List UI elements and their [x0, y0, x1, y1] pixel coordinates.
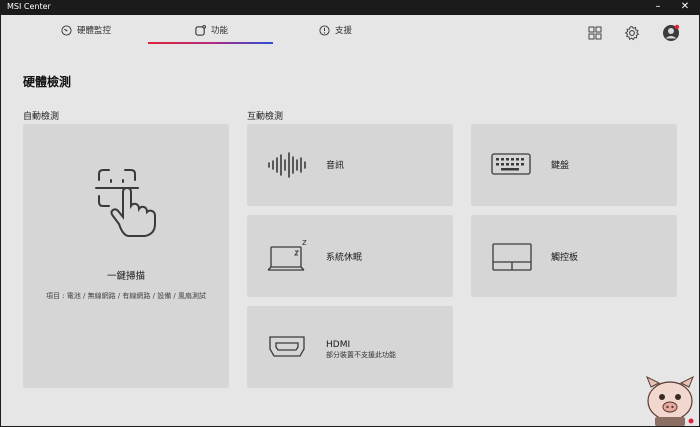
close-button[interactable]: ✕	[674, 0, 696, 15]
tab-features[interactable]: 功能	[195, 15, 228, 45]
system-sleep-label: 系統休眠	[326, 253, 363, 263]
section-auto-label: 自動檢測	[23, 112, 60, 122]
audio-test-card[interactable]: 音訊	[247, 124, 453, 206]
keyboard-label: 鍵盤	[551, 161, 570, 171]
feature-icon	[195, 24, 206, 36]
app-body: 硬體監控 功能 支援 硬體檢測 自動檢測 互動檢測 一鍵掃描 項目: 電池 /…	[1, 15, 699, 426]
audio-label: 音訊	[326, 161, 345, 171]
audio-wave-icon	[267, 151, 309, 183]
mascot-watermark	[641, 375, 699, 427]
tab-label: 支援	[335, 26, 353, 36]
page-title: 硬體檢測	[23, 75, 72, 89]
tab-label: 功能	[211, 26, 229, 36]
hdmi-icon	[269, 336, 305, 362]
active-tab-indicator	[148, 42, 273, 44]
window-titlebar: MSI Center – ✕	[0, 0, 700, 15]
tab-hardware-monitor[interactable]: 硬體監控	[61, 15, 111, 45]
keyboard-test-card[interactable]: 鍵盤	[471, 124, 677, 206]
minimize-button[interactable]: –	[647, 0, 669, 15]
window-title: MSI Center	[7, 2, 51, 11]
laptop-sleep-icon: z	[267, 237, 311, 277]
one-click-scan-card[interactable]: 一鍵掃描 項目 : 電池 / 無線網路 / 有線網路 / 設備 / 風扇測試	[23, 124, 229, 388]
touchpad-icon	[492, 243, 532, 275]
svg-text:z: z	[302, 238, 307, 248]
keyboard-icon	[491, 153, 531, 179]
support-icon	[319, 24, 330, 36]
hdmi-label: HDMI	[326, 340, 351, 350]
touchpad-label: 觸控板	[551, 253, 579, 263]
grid-icon[interactable]	[585, 23, 605, 43]
tab-label: 硬體監控	[77, 26, 112, 36]
section-interactive-label: 互動檢測	[247, 112, 284, 122]
face-scan-touch-icon	[95, 166, 161, 246]
avatar[interactable]	[661, 23, 681, 43]
scan-items-text: 項目 : 電池 / 無線網路 / 有線網路 / 設備 / 風扇測試	[45, 292, 207, 300]
top-nav: 硬體監控 功能 支援	[1, 15, 699, 61]
one-click-scan-label: 一鍵掃描	[106, 271, 145, 282]
touchpad-test-card[interactable]: 觸控板	[471, 215, 677, 297]
monitor-dial-icon	[61, 24, 72, 36]
hdmi-test-card[interactable]: HDMI 部分裝置不支援此功能	[247, 306, 453, 388]
hdmi-support-note: 部分裝置不支援此功能	[326, 351, 396, 359]
tab-support[interactable]: 支援	[319, 15, 352, 45]
system-sleep-test-card[interactable]: z 系統休眠	[247, 215, 453, 297]
gear-icon[interactable]	[622, 23, 642, 43]
